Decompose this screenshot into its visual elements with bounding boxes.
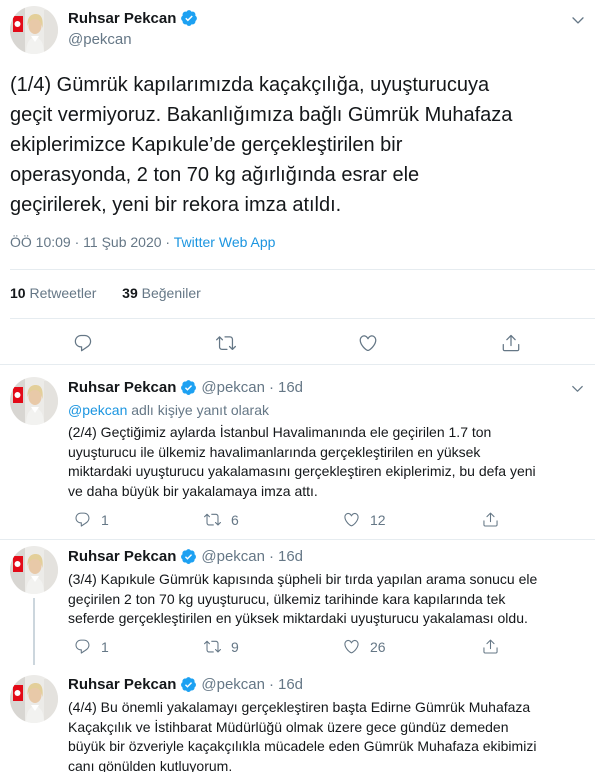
- share-icon: [482, 511, 499, 528]
- chevron-down-icon[interactable]: [570, 381, 585, 396]
- share-button[interactable]: [482, 638, 499, 655]
- author-name[interactable]: Ruhsar Pekcan: [68, 379, 176, 396]
- like-icon: [343, 638, 360, 655]
- retweets-label: Retweetler: [29, 285, 97, 301]
- retweet-button[interactable]: 9: [204, 638, 239, 655]
- likes-stat[interactable]: 39 Beğeniler: [122, 285, 201, 301]
- verified-badge-icon: [180, 9, 198, 27]
- share-button[interactable]: [501, 333, 521, 353]
- reply-to-mention[interactable]: @pekcan: [68, 402, 127, 418]
- reply-icon: [74, 638, 91, 655]
- tweet-source-link[interactable]: Twitter Web App: [174, 234, 276, 250]
- share-button[interactable]: [482, 511, 499, 528]
- reply-icon: [73, 333, 93, 353]
- reply-tweet[interactable]: Ruhsar Pekcan @pekcan · 16d (3/4) Kapıku…: [0, 540, 595, 665]
- chevron-down-icon[interactable]: [570, 12, 586, 28]
- retweet-icon: [216, 333, 236, 353]
- author-name-row[interactable]: Ruhsar Pekcan: [68, 9, 198, 27]
- meta-dot: ·: [269, 548, 274, 565]
- likes-label: Beğeniler: [141, 285, 201, 301]
- meta-dot: ·: [269, 676, 274, 693]
- tweet-text: (3/4) Kapıkule Gümrük kapısında şüpheli …: [68, 571, 538, 626]
- reply-count: 1: [101, 511, 109, 528]
- reply-button[interactable]: 1: [74, 638, 109, 655]
- reply-header: Ruhsar Pekcan @pekcan · 16d: [68, 676, 303, 693]
- author-handle[interactable]: @pekcan: [68, 31, 132, 48]
- thread-line: [33, 598, 35, 665]
- retweets-stat[interactable]: 10 Retweetler: [10, 285, 100, 301]
- divider: [10, 318, 595, 319]
- like-count: 26: [370, 638, 386, 655]
- author-handle[interactable]: @pekcan: [201, 379, 265, 396]
- tweet-age[interactable]: 16d: [278, 676, 303, 693]
- meta-dot: ·: [269, 379, 274, 396]
- meta-separator: ·: [165, 234, 171, 250]
- author-name[interactable]: Ruhsar Pekcan: [68, 548, 176, 565]
- avatar[interactable]: [10, 377, 58, 425]
- retweet-button[interactable]: [216, 333, 236, 353]
- verified-badge-icon: [180, 379, 197, 396]
- author-name[interactable]: Ruhsar Pekcan: [68, 10, 176, 27]
- retweet-count: 9: [231, 638, 239, 655]
- like-icon: [343, 511, 360, 528]
- reply-header: Ruhsar Pekcan @pekcan · 16d: [68, 548, 303, 565]
- like-button[interactable]: 12: [343, 511, 386, 528]
- author-handle[interactable]: @pekcan: [201, 676, 265, 693]
- avatar[interactable]: [10, 675, 58, 723]
- avatar[interactable]: [10, 6, 58, 54]
- tweet-date[interactable]: 11 Şub 2020: [83, 234, 161, 250]
- tweet-age[interactable]: 16d: [278, 548, 303, 565]
- tweet-text: (2/4) Geçtiğimiz aylarda İstanbul Havali…: [68, 424, 536, 499]
- share-icon: [482, 638, 499, 655]
- reply-button[interactable]: 1: [74, 511, 109, 528]
- reply-tweet[interactable]: Ruhsar Pekcan @pekcan · 16d (4/4) Bu öne…: [0, 665, 595, 772]
- tweet-text: (4/4) Bu önemli yakalamayı gerçekleştire…: [68, 699, 537, 772]
- tweet-age[interactable]: 16d: [278, 379, 303, 396]
- tweet-time[interactable]: ÖÖ 10:09: [10, 234, 71, 250]
- like-button[interactable]: [358, 333, 378, 353]
- retweet-icon: [204, 511, 221, 528]
- author-name[interactable]: Ruhsar Pekcan: [68, 676, 176, 693]
- share-icon: [501, 333, 521, 353]
- verified-badge-icon: [180, 548, 197, 565]
- retweets-count: 10: [10, 285, 26, 301]
- reply-tweet[interactable]: Ruhsar Pekcan @pekcan · 16d @pekcan adlı…: [0, 365, 595, 540]
- like-icon: [358, 333, 378, 353]
- retweet-count: 6: [231, 511, 239, 528]
- reply-to-label: adlı kişiye yanıt olarak: [131, 402, 269, 418]
- reply-header: Ruhsar Pekcan @pekcan · 16d: [68, 379, 303, 396]
- divider: [10, 269, 595, 270]
- author-handle[interactable]: @pekcan: [201, 548, 265, 565]
- avatar[interactable]: [10, 546, 58, 594]
- reply-icon: [74, 511, 91, 528]
- like-button[interactable]: 26: [343, 638, 386, 655]
- reply-count: 1: [101, 638, 109, 655]
- retweet-icon: [204, 638, 221, 655]
- likes-count: 39: [122, 285, 138, 301]
- retweet-button[interactable]: 6: [204, 511, 239, 528]
- replying-to: @pekcan adlı kişiye yanıt olarak: [68, 402, 269, 418]
- tweet-stats: 10 Retweetler 39 Beğeniler: [10, 285, 201, 301]
- like-count: 12: [370, 511, 386, 528]
- reply-button[interactable]: [73, 333, 93, 353]
- meta-separator: ·: [74, 234, 80, 250]
- verified-badge-icon: [180, 676, 197, 693]
- tweet-timestamp: ÖÖ 10:09 · 11 Şub 2020 · Twitter Web App: [10, 234, 275, 250]
- main-tweet: Ruhsar Pekcan @pekcan (1/4) Gümrük kapıl…: [0, 0, 595, 365]
- tweet-text: (1/4) Gümrük kapılarımızda kaçakçılığa, …: [10, 74, 513, 216]
